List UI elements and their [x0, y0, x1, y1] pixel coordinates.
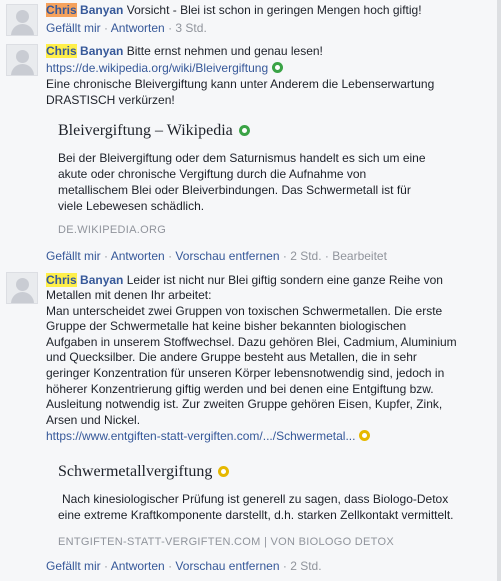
- avatar-head-shape: [16, 278, 29, 291]
- comment-content: Chris Banyan Vorsicht - Blei ist schon i…: [46, 3, 492, 36]
- comment-actions-wrapper: Gefällt mir · Antworten · Vorschau entfe…: [46, 249, 492, 264]
- preview-title[interactable]: Schwermetallvergiftung: [58, 463, 212, 480]
- comment-actions: Gefällt mir · Antworten · Vorschau entfe…: [46, 559, 492, 574]
- comment-actions-wrapper: Gefällt mir · Antworten · Vorschau entfe…: [46, 559, 492, 574]
- reply-link[interactable]: Antworten: [111, 21, 165, 35]
- separator: ·: [168, 559, 173, 573]
- avatar-body-shape: [11, 24, 34, 35]
- preview-description: Nach kinesiologischer Prüfung ist genere…: [58, 492, 454, 522]
- preview-title[interactable]: Bleivergiftung – Wikipedia: [58, 122, 233, 139]
- comment-header: Chris Banyan Bitte ernst nehmen und gena…: [46, 44, 492, 59]
- preview-source-row: ENTGIFTEN-STATT-VERGIFTEN.COM | VON BIOL…: [58, 535, 488, 549]
- timestamp[interactable]: 2 Std.: [290, 559, 321, 573]
- comment-3: Chris Banyan Leider ist nicht nur Blei g…: [0, 268, 496, 581]
- comment-text: Bitte ernst nehmen und genau lesen!: [126, 44, 323, 58]
- avatar[interactable]: [6, 272, 38, 304]
- author-last-name[interactable]: Banyan: [80, 273, 123, 287]
- author-last-name[interactable]: Banyan: [80, 3, 123, 17]
- preview-domain: ENTGIFTEN-STATT-VERGIFTEN.COM: [58, 536, 261, 548]
- yellow-circle-icon: [218, 466, 230, 477]
- separator: ·: [168, 21, 173, 35]
- avatar[interactable]: [6, 44, 38, 76]
- edited-label[interactable]: Bearbeitet: [332, 249, 387, 263]
- timestamp[interactable]: 2 Std.: [290, 249, 321, 263]
- comment-actions: Gefällt mir · Antworten · 3 Std.: [46, 21, 492, 36]
- comment-2: Chris Banyan Bitte ernst nehmen und gena…: [0, 40, 496, 268]
- link-preview[interactable]: Bleivergiftung – Wikipedia Bei der Bleiv…: [58, 121, 488, 237]
- comment-text-body: Metallen mit denen Ihr arbeitet: Man unt…: [46, 288, 457, 427]
- comment-text: Leider ist nicht nur Blei giftig sondern…: [126, 273, 443, 287]
- comment-actions: Gefällt mir · Antworten · Vorschau entfe…: [46, 249, 492, 264]
- comment-header: Chris Banyan Leider ist nicht nur Blei g…: [46, 273, 492, 288]
- avatar-head-shape: [16, 10, 29, 23]
- separator: ·: [104, 249, 109, 263]
- comment-1: Chris Banyan Vorsicht - Blei ist schon i…: [0, 0, 496, 40]
- author-first-name[interactable]: Chris: [46, 273, 77, 287]
- preview-domain: DE.WIKIPEDIA.ORG: [58, 224, 167, 236]
- avatar-head-shape: [16, 50, 29, 63]
- preview-source: VON BIOLOGO DETOX: [270, 536, 394, 548]
- reply-link[interactable]: Antworten: [111, 559, 165, 573]
- comment-text-body: Eine chronische Bleivergiftung kann unte…: [46, 77, 435, 107]
- preview-title-row: Bleivergiftung – Wikipedia: [58, 121, 488, 141]
- like-link[interactable]: Gefällt mir: [46, 249, 101, 263]
- remove-preview-link[interactable]: Vorschau entfernen: [175, 249, 279, 263]
- reply-link[interactable]: Antworten: [111, 249, 165, 263]
- separator: ·: [168, 249, 173, 263]
- link-line: https://www.entgiften-statt-vergiften.co…: [46, 429, 492, 444]
- preview-description: Bei der Bleivergiftung oder dem Saturnis…: [58, 151, 426, 213]
- comment-text: Vorsicht - Blei ist schon in geringen Me…: [126, 3, 422, 17]
- comment-link[interactable]: https://de.wikipedia.org/wiki/Bleivergif…: [46, 61, 268, 75]
- link-preview[interactable]: Schwermetallvergiftung Nach kinesiologis…: [58, 462, 488, 549]
- green-circle-icon: [238, 125, 250, 136]
- avatar-body-shape: [11, 292, 34, 303]
- comment-link[interactable]: https://www.entgiften-statt-vergiften.co…: [46, 429, 355, 443]
- yellow-circle-icon: [359, 430, 371, 442]
- author-last-name[interactable]: Banyan: [80, 44, 123, 58]
- avatar[interactable]: [6, 4, 38, 36]
- author-first-name[interactable]: Chris: [46, 3, 77, 17]
- comment-content: Chris Banyan Bitte ernst nehmen und gena…: [46, 44, 492, 108]
- comment-header: Chris Banyan Vorsicht - Blei ist schon i…: [46, 3, 492, 18]
- comment-content: Chris Banyan Leider ist nicht nur Blei g…: [46, 273, 492, 444]
- separator: ·: [282, 559, 287, 573]
- separator: ·: [282, 249, 287, 263]
- scrollbar-edge: [497, 0, 501, 581]
- avatar-body-shape: [11, 64, 34, 75]
- separator: ·: [104, 21, 109, 35]
- remove-preview-link[interactable]: Vorschau entfernen: [175, 559, 279, 573]
- link-line: https://de.wikipedia.org/wiki/Bleivergif…: [46, 61, 492, 76]
- like-link[interactable]: Gefällt mir: [46, 559, 101, 573]
- separator: ·: [104, 559, 109, 573]
- green-circle-icon: [272, 62, 284, 73]
- separator: ·: [324, 249, 329, 263]
- author-first-name[interactable]: Chris: [46, 44, 77, 58]
- like-link[interactable]: Gefällt mir: [46, 21, 101, 35]
- timestamp[interactable]: 3 Std.: [175, 21, 206, 35]
- preview-title-row: Schwermetallvergiftung: [58, 462, 488, 482]
